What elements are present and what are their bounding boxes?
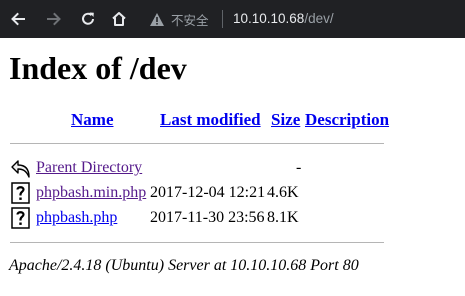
header-divider (10, 143, 384, 144)
column-header-size[interactable]: Size (271, 110, 300, 130)
warning-icon (150, 12, 164, 26)
row-size: 4.6K (267, 184, 299, 201)
row-modified: 2017-12-04 12:21 (150, 184, 266, 201)
reload-button[interactable] (76, 7, 100, 31)
site-security-indicator[interactable]: 不安全 (149, 10, 209, 28)
column-header-name[interactable]: Name (71, 110, 113, 130)
security-label: 不安全 (171, 13, 209, 28)
home-icon (112, 12, 126, 26)
column-header-description[interactable]: Description (305, 110, 389, 130)
page-title: Index of /dev (9, 50, 187, 86)
row-name-link[interactable]: Parent Directory (36, 158, 142, 178)
forward-arrow-icon (47, 12, 61, 26)
address-bar[interactable]: 10.10.10.68/dev/ (233, 10, 334, 28)
forward-button[interactable] (42, 7, 66, 31)
url-host: 10.10.10.68 (233, 11, 305, 26)
row-name-link[interactable]: phpbash.min.php (36, 183, 146, 203)
url-path: /dev/ (304, 11, 334, 26)
column-header-last-modified[interactable]: Last modified (160, 110, 261, 130)
server-signature: Apache/2.4.18 (Ubuntu) Server at 10.10.1… (9, 257, 359, 274)
browser-toolbar: 不安全 10.10.10.68/dev/ (0, 0, 465, 38)
home-button[interactable] (107, 7, 131, 31)
row-size: 8.1K (267, 209, 299, 226)
back-arrow-icon (11, 12, 25, 26)
unknown-file-icon (11, 182, 30, 204)
row-size: - (296, 159, 302, 176)
row-modified: 2017-11-30 23:56 (150, 209, 265, 226)
back-button[interactable] (6, 7, 30, 31)
omnibox-divider (222, 10, 223, 28)
reload-icon (82, 12, 94, 25)
row-name-link[interactable]: phpbash.php (36, 208, 117, 228)
unknown-file-icon (11, 207, 30, 229)
footer-divider (10, 242, 384, 243)
back-arrow-icon (11, 160, 30, 178)
